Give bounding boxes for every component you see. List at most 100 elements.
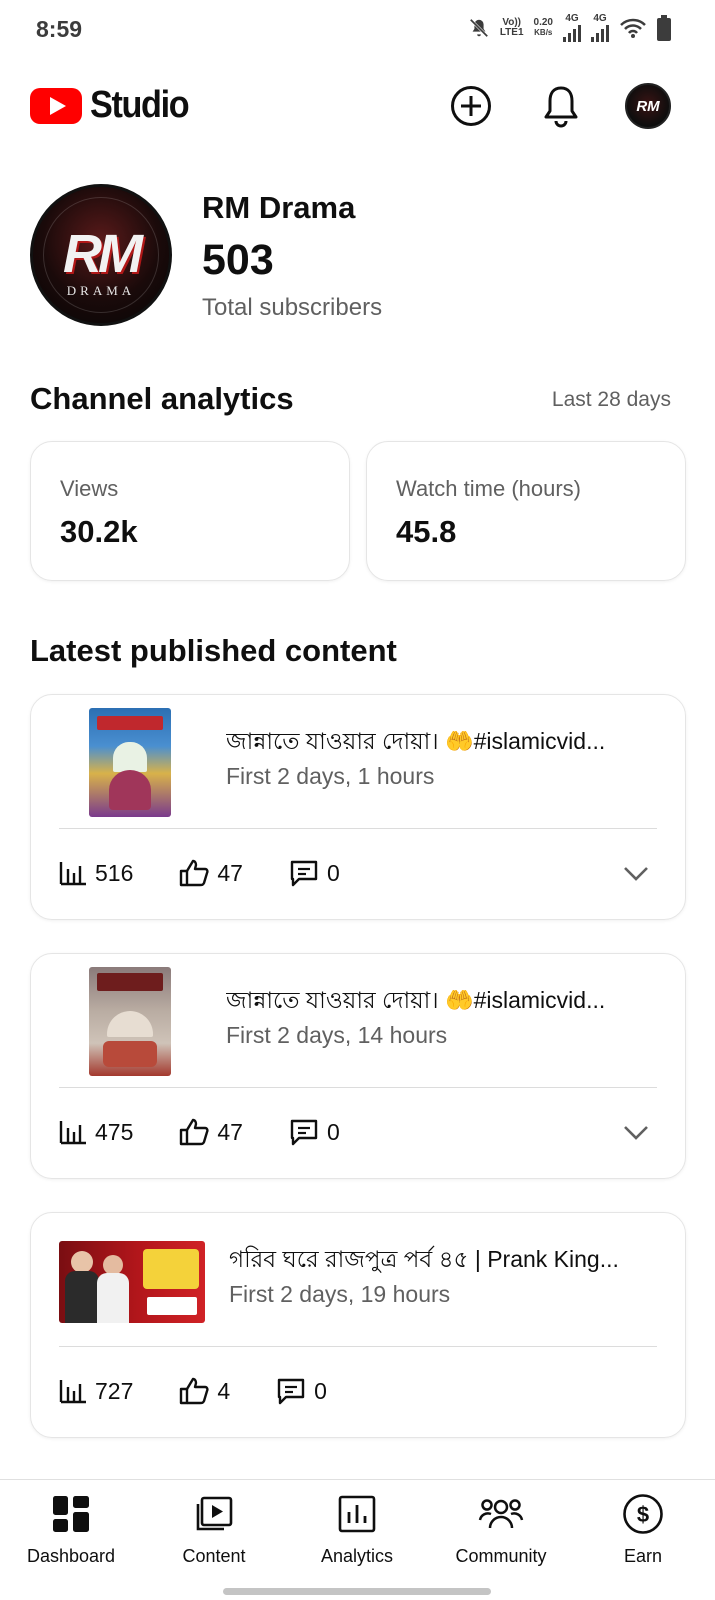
avatar: RM	[625, 83, 671, 129]
status-time: 8:59	[36, 16, 83, 42]
app-header: Studio RM	[0, 78, 715, 134]
comments-count: 0	[314, 1377, 327, 1404]
content-icon	[196, 1496, 233, 1531]
earn-icon: $	[623, 1494, 663, 1534]
views-metric: 475	[59, 1119, 133, 1146]
latest-content-title: Latest published content	[30, 633, 397, 668]
nav-label: Analytics	[320, 1546, 394, 1566]
likes-count: 4	[217, 1377, 231, 1404]
speed-indicator: 0.20 KB/s	[533, 17, 553, 38]
account-avatar-button[interactable]: RM	[624, 82, 672, 130]
expand-button[interactable]	[621, 858, 651, 893]
comment-icon	[290, 860, 318, 887]
nav-dashboard[interactable]: Dashboard	[6, 1492, 136, 1567]
battery-icon	[657, 15, 671, 41]
chevron-down-icon	[624, 1126, 648, 1140]
volte-indicator: Vo)) LTE1	[499, 17, 524, 38]
likes-metric: 47	[179, 859, 243, 887]
divider	[59, 828, 657, 829]
video-meta: First 2 days, 1 hours	[226, 763, 435, 789]
divider	[59, 1087, 657, 1088]
watch-time-label: Watch time (hours)	[396, 476, 582, 501]
channel-avatar-subtext: DRAMA	[66, 283, 136, 298]
thumbs-up-icon	[180, 859, 209, 887]
video-title: জান্নাতে যাওয়ার দোয়া। 🤲#islamicvid...	[226, 987, 606, 1013]
signal-2: 4G	[591, 14, 609, 42]
views-count: 475	[95, 1118, 134, 1145]
channel-summary: RM DRAMA RM Drama 503 Total subscribers	[30, 184, 690, 330]
bell-icon	[544, 86, 578, 128]
likes-count: 47	[217, 1118, 243, 1145]
comments-metric: 0	[276, 1377, 327, 1405]
home-indicator[interactable]	[223, 1588, 491, 1595]
views-count: 516	[95, 859, 134, 886]
divider	[59, 1346, 657, 1347]
analytics-icon	[338, 1495, 376, 1533]
channel-analytics-title: Channel analytics	[30, 381, 294, 416]
nav-label: Content	[182, 1546, 246, 1566]
video-metrics: 475 47 0	[59, 1114, 386, 1150]
video-meta: First 2 days, 14 hours	[226, 1022, 448, 1048]
subscriber-label: Total subscribers	[202, 294, 383, 321]
comments-metric: 0	[289, 1118, 340, 1146]
watch-time-card[interactable]: Watch time (hours) 45.8	[366, 441, 686, 581]
views-metric: 727	[59, 1378, 133, 1405]
notifications-button[interactable]	[537, 82, 585, 130]
nav-label: Earn	[623, 1546, 663, 1566]
thumbs-up-icon	[180, 1118, 209, 1146]
signal-1: 4G	[563, 14, 581, 42]
nav-content[interactable]: Content	[149, 1492, 279, 1567]
comment-icon	[277, 1378, 305, 1405]
create-button[interactable]	[447, 82, 495, 130]
nav-label: Community	[455, 1546, 547, 1566]
channel-avatar[interactable]: RM DRAMA	[30, 184, 172, 326]
community-icon	[478, 1499, 524, 1529]
watch-time-value: 45.8	[396, 514, 457, 549]
video-title: গরিব ঘরে রাজপুত্র পর্ব ৪৫ | Prank King..…	[229, 1246, 619, 1272]
views-card[interactable]: Views 30.2k	[30, 441, 350, 581]
status-icons: Vo)) LTE1 0.20 KB/s 4G 4G	[468, 14, 671, 42]
mute-icon	[469, 18, 489, 38]
youtube-studio-logo[interactable]: Studio	[30, 84, 199, 127]
video-thumbnail[interactable]	[89, 708, 171, 817]
video-metrics: 516 47 0	[59, 855, 386, 891]
bottom-navigation: Dashboard Content Analytics Community $ …	[0, 1479, 715, 1600]
analytics-period: Last 28 days	[551, 388, 671, 411]
nav-community[interactable]: Community	[436, 1492, 566, 1567]
channel-avatar-logo: RM	[63, 224, 143, 284]
status-bar: 8:59 Vo)) LTE1 0.20 KB/s 4G 4G	[0, 0, 715, 58]
app-name: Studio	[90, 84, 190, 126]
views-count: 727	[95, 1377, 134, 1404]
likes-count: 47	[217, 859, 243, 886]
bar-chart-icon	[59, 862, 86, 886]
video-metrics: 727 4 0	[59, 1373, 373, 1409]
nav-label: Dashboard	[26, 1546, 116, 1566]
thumbs-up-icon	[180, 1377, 209, 1405]
views-label: Views	[60, 476, 119, 501]
content-card[interactable]: গরিব ঘরে রাজপুত্র পর্ব ৪৫ | Prank King..…	[30, 1212, 686, 1438]
wifi-icon	[620, 18, 646, 38]
comments-count: 0	[326, 859, 340, 886]
comments-count: 0	[326, 1118, 340, 1145]
content-card[interactable]: জান্নাতে যাওয়ার দোয়া। 🤲#islamicvid... …	[30, 694, 686, 920]
views-value: 30.2k	[60, 514, 138, 549]
svg-text:$: $	[637, 1502, 649, 1527]
channel-name: RM Drama	[202, 190, 356, 225]
expand-button[interactable]	[621, 1117, 651, 1152]
add-circle-icon	[451, 86, 491, 126]
comment-icon	[290, 1119, 318, 1146]
video-meta: First 2 days, 19 hours	[229, 1281, 451, 1307]
views-metric: 516	[59, 860, 133, 887]
dashboard-icon	[53, 1496, 89, 1532]
comments-metric: 0	[289, 859, 340, 887]
chevron-down-icon	[624, 867, 648, 881]
nav-analytics[interactable]: Analytics	[292, 1492, 422, 1567]
bar-chart-icon	[59, 1380, 86, 1404]
content-card[interactable]: জান্নাতে যাওয়ার দোয়া। 🤲#islamicvid... …	[30, 953, 686, 1179]
likes-metric: 4	[179, 1377, 230, 1405]
video-title: জান্নাতে যাওয়ার দোয়া। 🤲#islamicvid...	[226, 728, 606, 754]
nav-earn[interactable]: $ Earn	[578, 1492, 708, 1567]
video-thumbnail[interactable]	[59, 1241, 205, 1323]
youtube-logo-icon	[30, 87, 82, 124]
video-thumbnail[interactable]	[89, 967, 171, 1076]
